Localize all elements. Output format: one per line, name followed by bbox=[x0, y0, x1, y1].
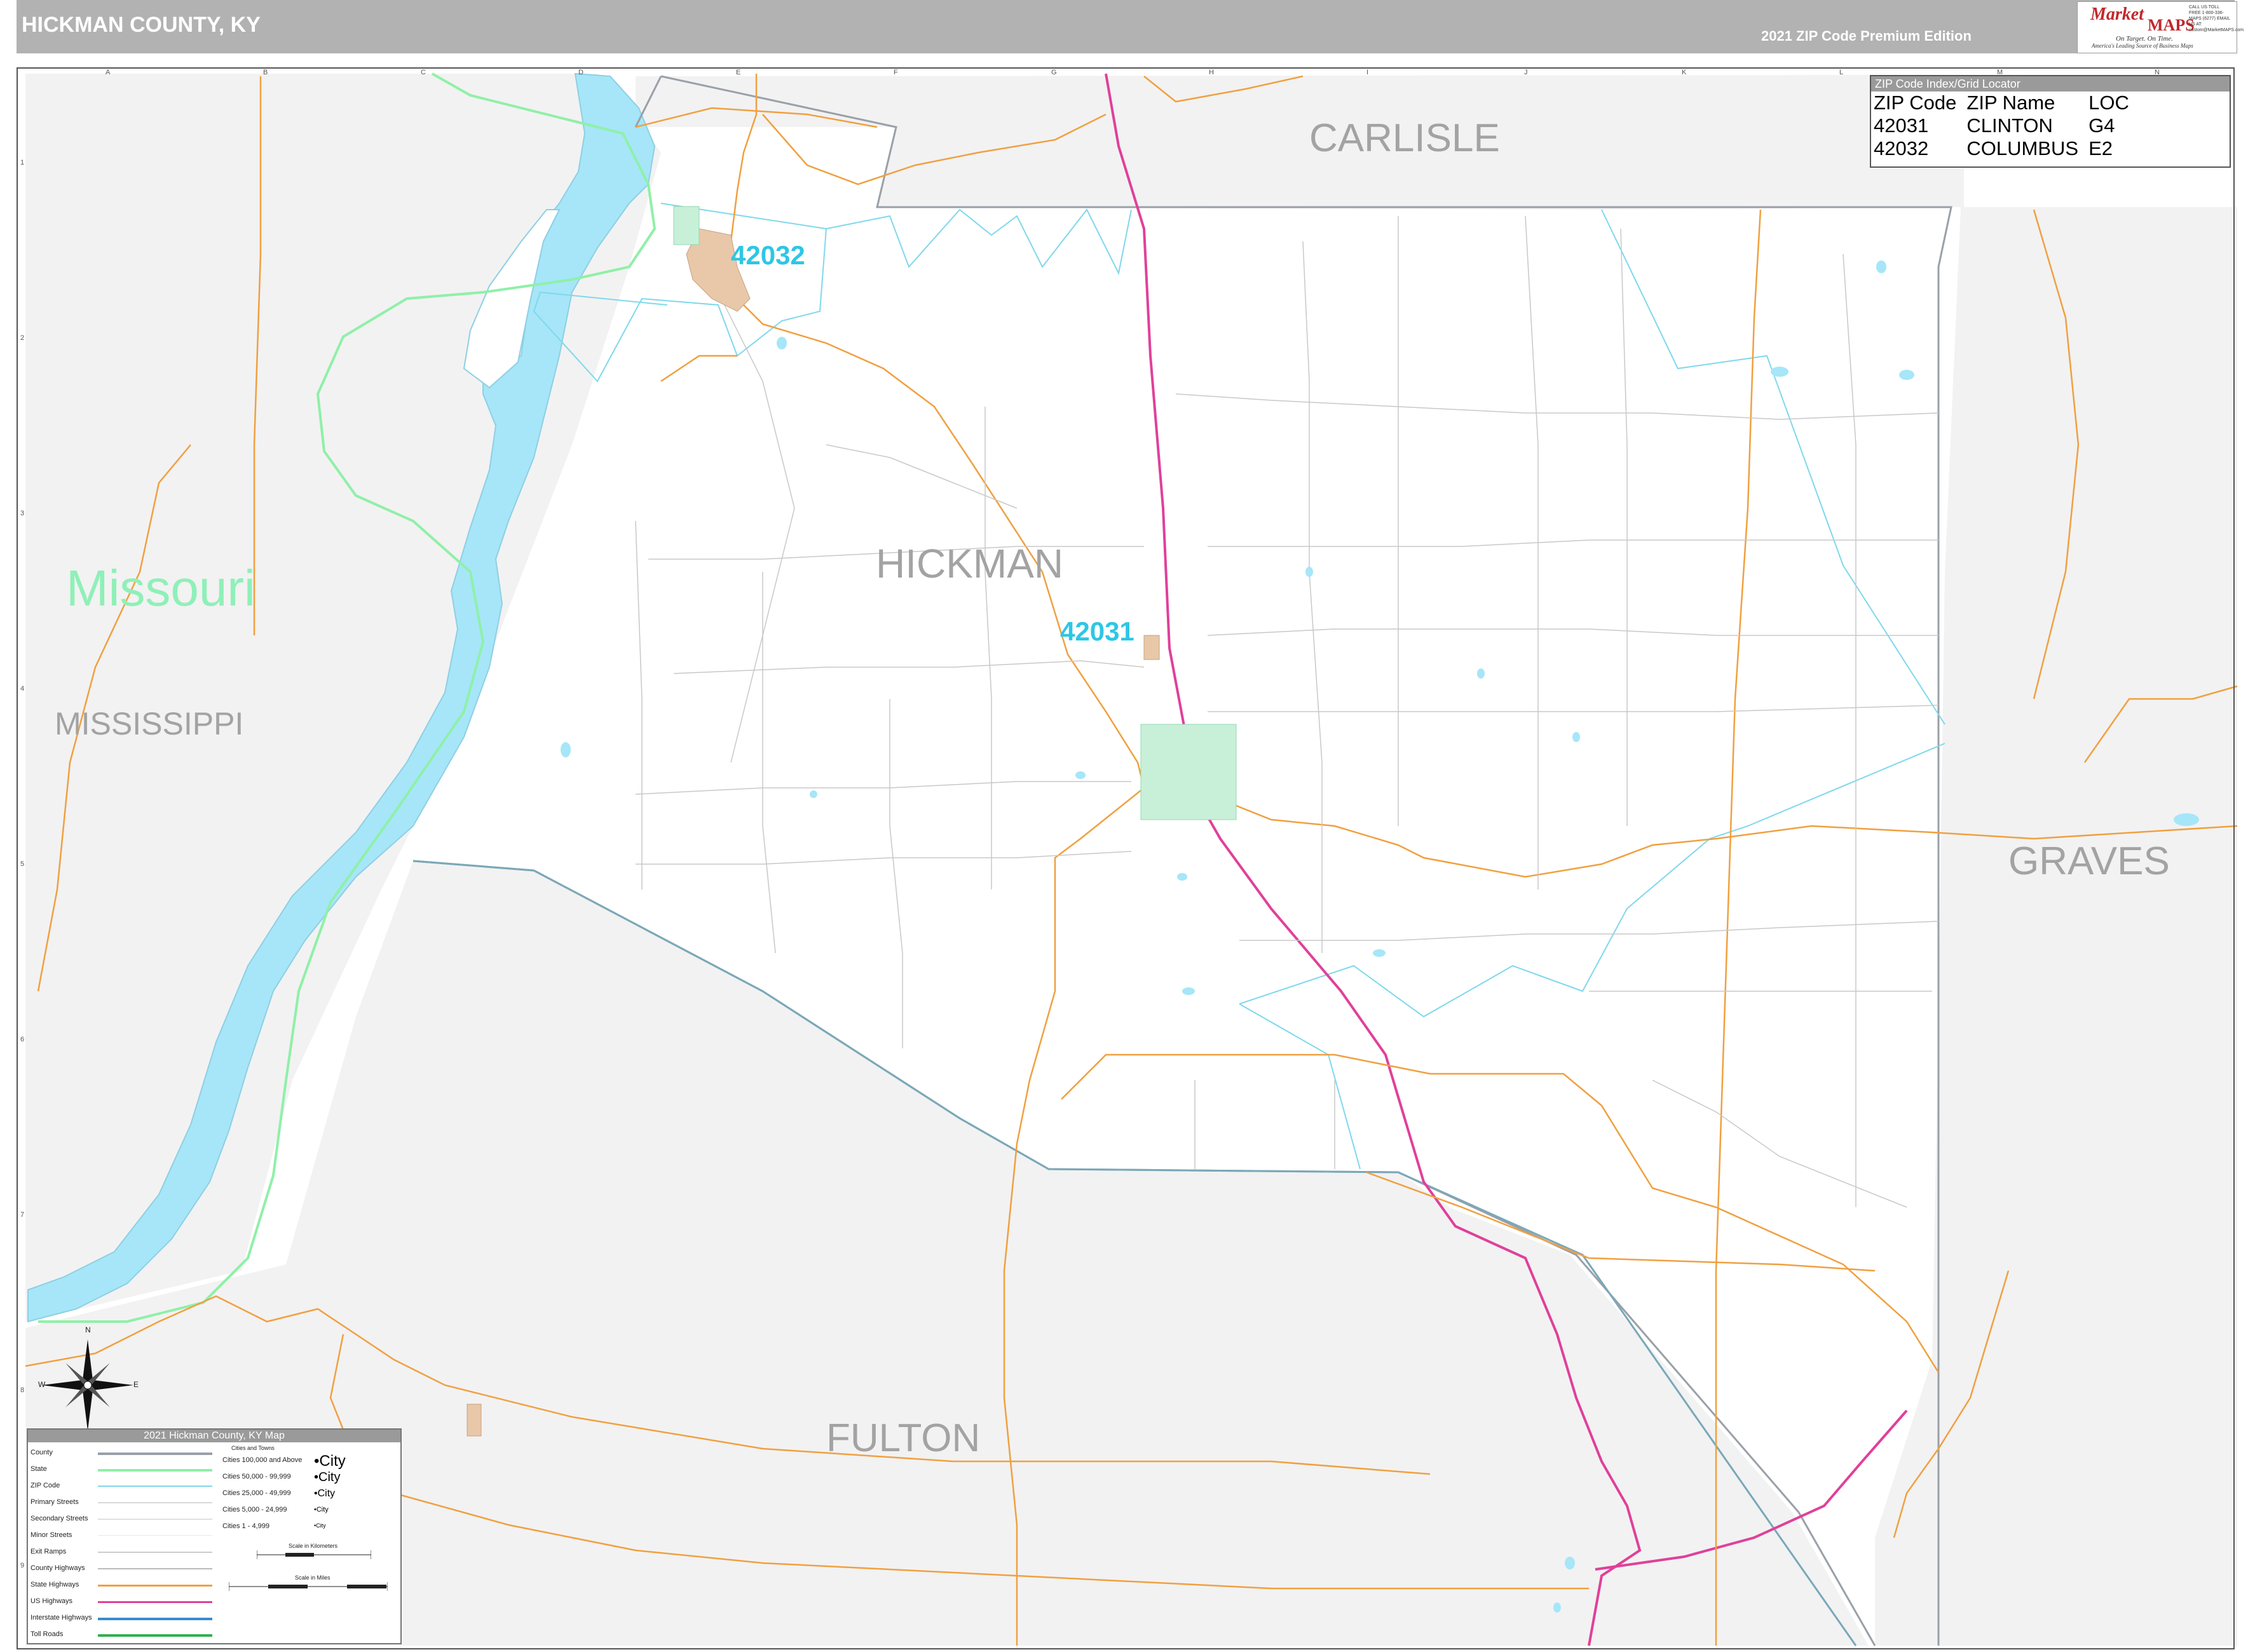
scale-km-label: Scale in Kilometers bbox=[289, 1543, 338, 1549]
zip-index-grid: ZIP Code ZIP Name LOC 42031 CLINTON G4 4… bbox=[1874, 91, 2139, 160]
legend-primary-line bbox=[98, 1502, 212, 1503]
legend-city-size-4: Cities 5,000 - 24,999 bbox=[222, 1506, 287, 1513]
legend-secondary-streets: Secondary Streets bbox=[31, 1515, 88, 1522]
compass-rose: N S E W bbox=[37, 1325, 139, 1442]
missouri-state-label: Missouri bbox=[66, 560, 255, 616]
grid-letter-k: K bbox=[1682, 69, 1687, 76]
legend-state-highways: State Highways bbox=[31, 1581, 79, 1588]
zip-index-title: ZIP Code Index/Grid Locator bbox=[1871, 76, 2230, 91]
grid-number-1: 1 bbox=[20, 159, 25, 166]
graves-county-label: GRAVES bbox=[2008, 839, 2170, 883]
legend-us-highways: US Highways bbox=[31, 1597, 73, 1605]
scale-km-bar bbox=[257, 1550, 371, 1559]
legend-county: County bbox=[31, 1449, 53, 1456]
zip-index-table: ZIP Code Index/Grid Locator ZIP Code ZIP… bbox=[1870, 75, 2231, 168]
zip-loc-cell: E2 bbox=[2088, 137, 2113, 159]
scale-mi-bar bbox=[229, 1582, 388, 1591]
grid-number-7: 7 bbox=[20, 1211, 25, 1219]
legend-toll-line bbox=[98, 1634, 212, 1637]
grid-number-5: 5 bbox=[20, 860, 25, 868]
grid-letter-l: L bbox=[1839, 69, 1844, 76]
compass-e: E bbox=[133, 1380, 139, 1389]
legend-city-sample-3: •City bbox=[314, 1488, 336, 1499]
legend-city-sample-5: •City bbox=[314, 1522, 326, 1529]
zip-name-cell: COLUMBUS bbox=[1966, 137, 2079, 159]
grid-number-3: 3 bbox=[20, 510, 25, 517]
hickman-county-label: HICKMAN bbox=[876, 541, 1064, 586]
legend-county-hwy-line bbox=[98, 1568, 212, 1569]
mississippi-county-label: MISSISSIPPI bbox=[55, 706, 244, 741]
legend-secondary-line bbox=[98, 1519, 212, 1520]
legend-city-sample-4: •City bbox=[314, 1506, 329, 1513]
table-row[interactable]: 42031 CLINTON G4 bbox=[1874, 114, 2139, 137]
legend-city-sample-2: •City bbox=[314, 1470, 341, 1484]
zip-index-header-loc: LOC bbox=[2088, 91, 2129, 114]
grid-letter-f: F bbox=[894, 69, 898, 76]
grid-letter-a: A bbox=[106, 69, 111, 76]
legend-state-line bbox=[98, 1469, 212, 1472]
zip-index-header-zip: ZIP Code bbox=[1874, 91, 1957, 114]
carlisle-county-label: CARLISLE bbox=[1309, 116, 1500, 160]
legend-county-highways: County Highways bbox=[31, 1564, 85, 1572]
legend-state: State bbox=[31, 1465, 47, 1473]
legend-primary-streets: Primary Streets bbox=[31, 1498, 79, 1506]
scale-mi-label: Scale in Miles bbox=[295, 1574, 330, 1581]
grid-letter-e: E bbox=[736, 69, 741, 76]
legend-city-sample-1: •City bbox=[314, 1452, 346, 1470]
legend-city-size-1: Cities 100,000 and Above bbox=[222, 1456, 303, 1464]
zip-label-42032[interactable]: 42032 bbox=[731, 240, 805, 271]
legend-zip: ZIP Code bbox=[31, 1482, 60, 1489]
legend-interstate-line bbox=[98, 1618, 212, 1620]
zip-index-header-name: ZIP Name bbox=[1966, 91, 2055, 114]
grid-number-6: 6 bbox=[20, 1036, 25, 1043]
zip-cell: 42032 bbox=[1874, 137, 1929, 159]
compass-w: W bbox=[38, 1380, 46, 1389]
compass-icon bbox=[42, 1339, 133, 1431]
legend-cities-title: Cities and Towns bbox=[231, 1445, 275, 1451]
legend-zip-line bbox=[98, 1486, 212, 1487]
grid-letter-h: H bbox=[1209, 69, 1214, 76]
legend-minor-streets: Minor Streets bbox=[31, 1531, 72, 1539]
grid-letter-i: I bbox=[1366, 69, 1369, 76]
legend-city-size-2: Cities 50,000 - 99,999 bbox=[222, 1473, 291, 1480]
legend-title: 2021 Hickman County, KY Map bbox=[28, 1430, 400, 1442]
grid-letter-j: J bbox=[1524, 69, 1528, 76]
legend-interstate-highways: Interstate Highways bbox=[31, 1614, 92, 1622]
grid-number-4: 4 bbox=[20, 685, 25, 693]
map-frame bbox=[17, 67, 2235, 1649]
legend-toll-roads: Toll Roads bbox=[31, 1630, 64, 1638]
legend-city-size-5: Cities 1 - 4,999 bbox=[222, 1522, 269, 1530]
zip-index-header: ZIP Code ZIP Name LOC bbox=[1874, 91, 2139, 114]
fulton-county-label: FULTON bbox=[826, 1416, 981, 1460]
legend-city-size-3: Cities 25,000 - 49,999 bbox=[222, 1489, 291, 1497]
legend-state-hwy-line bbox=[98, 1585, 212, 1587]
zip-label-42031[interactable]: 42031 bbox=[1060, 616, 1134, 647]
legend-minor-line bbox=[98, 1535, 212, 1536]
zip-name-cell: CLINTON bbox=[1966, 114, 2053, 137]
grid-number-9: 9 bbox=[20, 1562, 25, 1569]
zip-loc-cell: G4 bbox=[2088, 114, 2115, 137]
grid-letter-b: B bbox=[263, 69, 268, 76]
compass-n: N bbox=[85, 1325, 91, 1334]
grid-number-2: 2 bbox=[20, 334, 25, 342]
grid-letter-c: C bbox=[421, 69, 426, 76]
map-legend: 2021 Hickman County, KY Map County State… bbox=[27, 1428, 402, 1644]
zip-cell: 42031 bbox=[1874, 114, 1929, 137]
legend-county-line bbox=[98, 1452, 212, 1455]
grid-number-8: 8 bbox=[20, 1386, 25, 1394]
legend-exit-ramps: Exit Ramps bbox=[31, 1548, 67, 1555]
legend-us-hwy-line bbox=[98, 1601, 212, 1603]
grid-letter-g: G bbox=[1051, 69, 1057, 76]
table-row[interactable]: 42032 COLUMBUS E2 bbox=[1874, 137, 2139, 160]
legend-exit-line bbox=[98, 1552, 212, 1553]
grid-letter-d: D bbox=[578, 69, 583, 76]
